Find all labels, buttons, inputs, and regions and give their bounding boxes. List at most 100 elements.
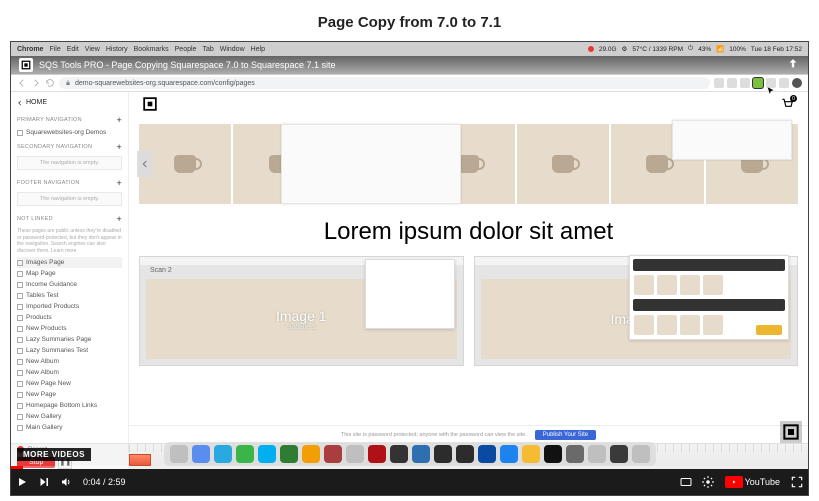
layout-preview-overlay [281,124,461,204]
sidebar-item[interactable]: Products [17,312,122,323]
mac-menu-bookmarks[interactable]: Bookmarks [134,46,169,53]
forward-icon[interactable] [31,78,41,88]
dock-app-icon[interactable] [456,445,474,463]
sidebar-item[interactable]: New Gallery [17,411,122,422]
dock-app-icon[interactable] [632,445,650,463]
youtube-title-bar: SQS Tools PRO - Page Copying Squarespace… [11,56,808,74]
disk-status: 29.0G [599,46,617,53]
channel-avatar-icon[interactable] [19,58,33,72]
sqs-tools-ext-icon[interactable] [753,78,763,88]
dock-app-icon[interactable] [346,445,364,463]
sidebar-item[interactable]: New Album [17,356,122,367]
mac-menu-edit[interactable]: Edit [67,46,79,53]
dock-app-icon[interactable] [236,445,254,463]
dock-app-icon[interactable] [566,445,584,463]
dock-app-icon[interactable] [192,445,210,463]
page-icon [17,425,23,431]
sidebar-item[interactable]: Lazy Summaries Page [17,334,122,345]
sidebar-item[interactable]: Squarewebsites-org Demos [17,127,122,138]
fullscreen-button[interactable] [786,469,808,495]
dock-app-icon[interactable] [214,445,232,463]
dock-app-icon[interactable] [258,445,276,463]
mac-menu-history[interactable]: History [106,46,128,53]
subtitles-button[interactable] [675,469,697,495]
ext-icon[interactable] [727,78,737,88]
record-indicator-icon [588,46,594,52]
sidebar-item[interactable]: Tables Test [17,290,122,301]
dock-app-icon[interactable] [544,445,562,463]
volume-button[interactable] [55,469,77,495]
page-icon [17,414,23,420]
dock-app-icon[interactable] [280,445,298,463]
add-page-icon[interactable]: + [116,214,122,224]
sidebar-item[interactable]: Imported Products [17,301,122,312]
back-icon[interactable] [17,78,27,88]
sidebar-item[interactable]: Map Page [17,268,122,279]
dock-app-icon[interactable] [588,445,606,463]
publish-button[interactable]: Publish Your Site [535,430,596,440]
site-logo-icon[interactable] [143,97,157,111]
dock-app-icon[interactable] [610,445,628,463]
reload-icon[interactable] [45,78,55,88]
publish-note: This site is password protected; anyone … [341,432,527,438]
next-button[interactable] [33,469,55,495]
sidebar-item[interactable]: New Album [17,367,122,378]
sidebar-item[interactable]: New Page New [17,378,122,389]
image-label: Image 1 [276,308,327,324]
settings-button[interactable] [697,469,719,495]
sidebar-home[interactable]: HOME [17,96,122,111]
mac-menu-view[interactable]: View [85,46,100,53]
page-icon [17,359,23,365]
product-tile[interactable] [517,124,609,204]
page-icon [17,293,23,299]
sidebar-group-notlinked: NOT LINKED + [17,210,122,226]
ext-icon[interactable] [714,78,724,88]
ext-icon[interactable] [779,78,789,88]
dock-app-icon[interactable] [170,445,188,463]
dock-app-icon[interactable] [302,445,320,463]
mac-menu-people[interactable]: People [175,46,197,53]
dock-app-icon[interactable] [478,445,496,463]
sidebar-item[interactable]: Income Guidance [17,279,122,290]
dock-app-icon[interactable] [500,445,518,463]
sidebar-item-label: New Page New [26,380,71,387]
dock-app-icon[interactable] [390,445,408,463]
timeline-clip[interactable] [129,454,151,466]
sidebar-item[interactable]: Images Page [17,257,122,268]
sidebar-item[interactable]: Homepage Bottom Links [17,400,122,411]
add-page-icon[interactable]: + [116,142,122,152]
sidebar-item-label: Lazy Summaries Test [26,347,88,354]
ext-icon[interactable] [740,78,750,88]
page-preview: 0 Lorem ipsum dolo [129,92,808,443]
address-bar[interactable]: demo-squarewebsites-org.squarespace.com/… [59,77,710,89]
sidebar-item[interactable]: New Products [17,323,122,334]
sidebar-item[interactable]: Main Gallery [17,422,122,433]
more-videos-label[interactable]: MORE VIDEOS [17,448,91,461]
carousel-prev-button[interactable] [137,151,153,177]
dock-app-icon[interactable] [324,445,342,463]
youtube-logo[interactable]: YouTube [719,476,786,488]
mac-menu-tab[interactable]: Tab [202,46,213,53]
sidebar-item-label: Homepage Bottom Links [26,402,97,409]
page-icon [17,392,23,398]
sidebar-item[interactable]: New Page [17,389,122,400]
mac-menu-window[interactable]: Window [220,46,245,53]
mac-menu-file[interactable]: File [49,46,60,53]
dock-app-icon[interactable] [412,445,430,463]
play-button[interactable] [11,469,33,495]
dock-app-icon[interactable] [368,445,386,463]
add-page-icon[interactable]: + [116,178,122,188]
share-icon[interactable] [786,58,800,72]
sidebar-item[interactable]: Lazy Summaries Test [17,345,122,356]
add-page-icon[interactable]: + [116,115,122,125]
page-icon [17,315,23,321]
mac-menu-help[interactable]: Help [251,46,265,53]
youtube-video-title[interactable]: SQS Tools PRO - Page Copying Squarespace… [39,60,336,70]
sidebar-item-label: New Page [26,391,56,398]
dock-app-icon[interactable] [522,445,540,463]
profile-avatar-icon[interactable] [792,78,802,88]
sidebar-item-label: Tables Test [26,292,58,299]
dock-app-icon[interactable] [434,445,452,463]
cart-icon[interactable]: 0 [780,97,794,111]
screenshot-panel: Image 2 [474,256,799,366]
